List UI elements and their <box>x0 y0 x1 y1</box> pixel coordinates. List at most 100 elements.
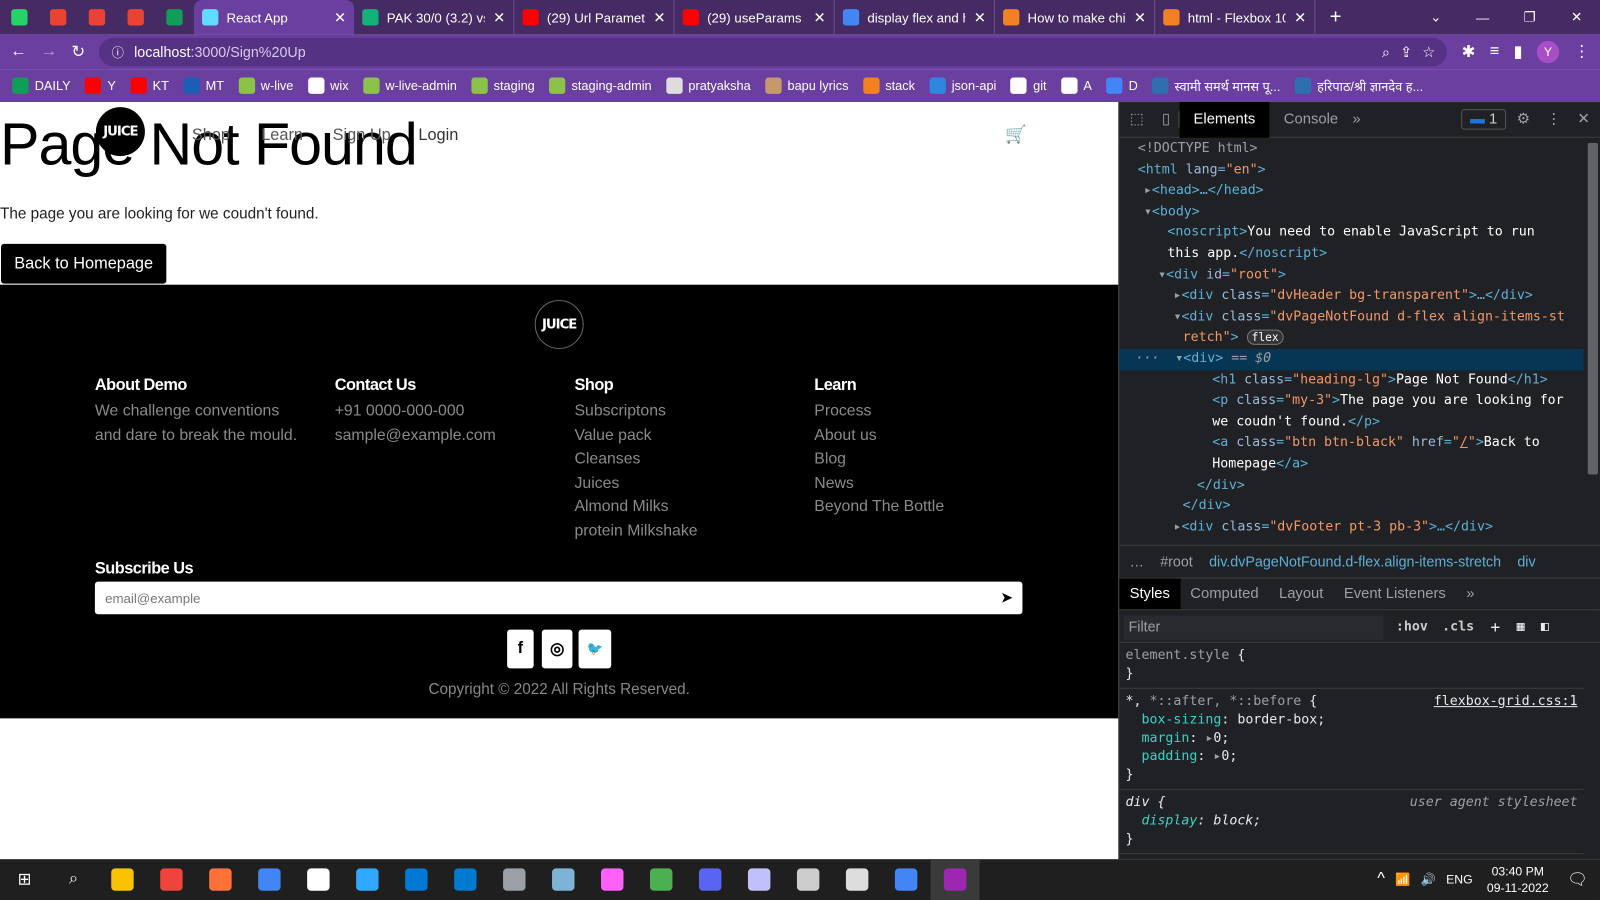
dom-line[interactable]: <noscript>You need to enable JavaScript … <box>1119 223 1583 244</box>
dom-line[interactable]: ▾<body> <box>1119 202 1583 223</box>
zoom-icon[interactable]: ⌕ <box>1382 43 1390 60</box>
bookmark[interactable]: w-live-admin <box>362 77 457 94</box>
twitter-button[interactable]: 🐦 <box>578 629 612 669</box>
bookmark[interactable]: D <box>1106 77 1138 94</box>
browser-tab[interactable]: (29) Url Parameters ✕ <box>514 0 675 35</box>
media-icon[interactable]: ≡ <box>1490 43 1500 61</box>
dom-line[interactable]: <h1 class="heading-lg">Page Not Found</h… <box>1119 370 1583 391</box>
styles-filter-input[interactable]: Filter <box>1123 614 1384 640</box>
inspect-icon[interactable]: ⬚ <box>1119 111 1153 127</box>
facebook-button[interactable]: f <box>507 629 534 669</box>
footer-link[interactable]: protein Milkshake <box>574 519 809 543</box>
anydesk-icon[interactable] <box>147 859 196 900</box>
bookmark[interactable]: KT <box>130 77 169 94</box>
logo[interactable]: JUICE <box>95 107 145 157</box>
bookmark[interactable]: w-live <box>238 77 293 94</box>
add-rule-icon[interactable]: + <box>1490 617 1500 636</box>
breadcrumb-root[interactable]: #root <box>1160 553 1193 569</box>
clock-date[interactable]: 09-11-2022 <box>1487 880 1549 896</box>
dom-line[interactable]: Homepage</a> <box>1119 454 1583 475</box>
tab-computed[interactable]: Computed <box>1180 579 1269 610</box>
dom-line-selected[interactable]: ··· ▾<div> == $0 <box>1119 348 1584 370</box>
bookmark[interactable]: staging-admin <box>549 77 652 94</box>
bookmark[interactable]: DAILY <box>12 77 71 94</box>
network-icon[interactable]: 📶 <box>1395 872 1410 886</box>
language[interactable]: ENG <box>1446 872 1473 886</box>
back-to-homepage-button[interactable]: Back to Homepage <box>1 243 167 284</box>
hov-button[interactable]: :hov <box>1396 619 1428 634</box>
window-close-icon[interactable]: ✕ <box>1553 9 1600 25</box>
breadcrumb-div[interactable]: div <box>1517 553 1535 569</box>
close-tab-icon[interactable]: ✕ <box>814 9 826 26</box>
star-icon[interactable]: ☆ <box>1422 43 1435 60</box>
footer-link[interactable]: Cleanses <box>574 447 809 471</box>
footer-link[interactable]: News <box>814 471 1049 495</box>
browser-tab[interactable]: html - Flexbox 100 ✕ <box>1155 0 1316 35</box>
footer-link[interactable]: Value pack <box>574 423 809 447</box>
outlook-icon[interactable] <box>392 859 441 900</box>
close-tab-icon[interactable]: ✕ <box>334 9 346 26</box>
discord-icon[interactable] <box>686 859 735 900</box>
settings-icon[interactable] <box>294 859 343 900</box>
footer-link[interactable]: About us <box>814 423 1049 447</box>
notifications-icon[interactable]: 🗨 <box>1567 869 1588 889</box>
pinned-tab[interactable] <box>39 0 78 35</box>
bookmark[interactable]: Y <box>84 77 116 94</box>
dom-tree[interactable]: <!DOCTYPE html> <html lang="en"> ▸<head>… <box>1119 139 1584 543</box>
more-tabs-icon[interactable]: » <box>1352 111 1360 127</box>
sidepanel-icon[interactable]: ▮ <box>1513 42 1522 62</box>
browser-tab[interactable]: PAK 30/0 (3.2) vs N ✕ <box>354 0 515 35</box>
tab-elements[interactable]: Elements <box>1179 101 1270 138</box>
dom-line[interactable]: ▸<head>…</head> <box>1119 181 1583 202</box>
dom-line[interactable]: ▾<div class="dvPageNotFound d-flex align… <box>1119 307 1583 328</box>
close-tab-icon[interactable]: ✕ <box>653 9 665 26</box>
chrome-icon[interactable] <box>930 859 980 900</box>
address-bar[interactable]: ⓘ localhost:3000/Sign%20Up ⌕ ⇪ ☆ <box>99 37 1448 67</box>
chrome-icon[interactable] <box>245 859 294 900</box>
nav-login[interactable]: Login <box>418 127 458 145</box>
volume-icon[interactable]: 🔊 <box>1421 872 1436 886</box>
taskview-icon[interactable] <box>735 859 784 900</box>
breadcrumb-pagenotfound[interactable]: div.dvPageNotFound.d-flex.align-items-st… <box>1209 553 1501 569</box>
dom-line[interactable]: <!DOCTYPE html> <box>1119 139 1583 160</box>
notepad-icon[interactable] <box>539 859 588 900</box>
telegram-icon[interactable] <box>637 859 686 900</box>
paint-icon[interactable]: ▦ <box>1517 619 1525 634</box>
cart-icon[interactable]: 🛒 <box>1005 124 1027 144</box>
reload-icon[interactable]: ↻ <box>71 42 85 62</box>
tab-layout[interactable]: Layout <box>1269 579 1334 610</box>
tray-chevron-icon[interactable]: ^ <box>1377 870 1385 888</box>
footer-link[interactable]: Juices <box>574 471 809 495</box>
dom-line[interactable]: we coudn't found.</p> <box>1119 412 1583 433</box>
browser-tab[interactable]: (29) useParams Ho ✕ <box>674 0 835 35</box>
close-tab-icon[interactable]: ✕ <box>1134 9 1146 26</box>
instagram-button[interactable]: ◎ <box>541 629 573 669</box>
info-icon[interactable]: ⓘ <box>112 43 124 60</box>
minimize-icon[interactable]: — <box>1459 10 1506 25</box>
bookmark[interactable]: staging <box>471 77 535 94</box>
pinned-tab[interactable] <box>0 0 39 35</box>
footer-logo[interactable]: JUICE <box>534 299 584 349</box>
pinned-tab[interactable] <box>78 0 117 35</box>
dom-line[interactable]: <a class="btn btn-black" href="/">Back t… <box>1119 433 1583 454</box>
dom-line[interactable]: ▸<div class="dvHeader bg-transparent">…<… <box>1119 286 1583 307</box>
more-icon[interactable]: ⋮ <box>1540 111 1567 127</box>
close-tab-icon[interactable]: ✕ <box>1294 9 1306 26</box>
bookmark[interactable]: json-api <box>929 77 996 94</box>
clock-time[interactable]: 03:40 PM <box>1487 863 1549 879</box>
bookmark[interactable]: bapu lyrics <box>765 77 848 94</box>
dom-line[interactable]: <html lang="en"> <box>1119 160 1583 181</box>
footer-link[interactable]: Subscriptons <box>574 399 809 423</box>
send-icon[interactable]: ➤ <box>1001 590 1012 606</box>
footer-link[interactable]: Blog <box>814 447 1049 471</box>
dom-line[interactable]: retch"> flex <box>1119 328 1583 349</box>
pinned-tab[interactable] <box>155 0 194 35</box>
dom-line[interactable]: ▾<div id="root"> <box>1119 265 1583 286</box>
obs-icon[interactable] <box>833 859 882 900</box>
calculator-icon[interactable] <box>490 859 539 900</box>
subscribe-email-input[interactable]: email@example ➤ <box>94 581 1023 615</box>
tab-styles[interactable]: Styles <box>1119 578 1181 610</box>
dom-line[interactable]: ▸<div class="dvFooter pt-3 pb-3">…</div> <box>1119 517 1583 538</box>
dom-tree-scrollbar[interactable] <box>1587 142 1598 475</box>
device-toolbar-icon[interactable]: ▯ <box>1154 111 1180 128</box>
